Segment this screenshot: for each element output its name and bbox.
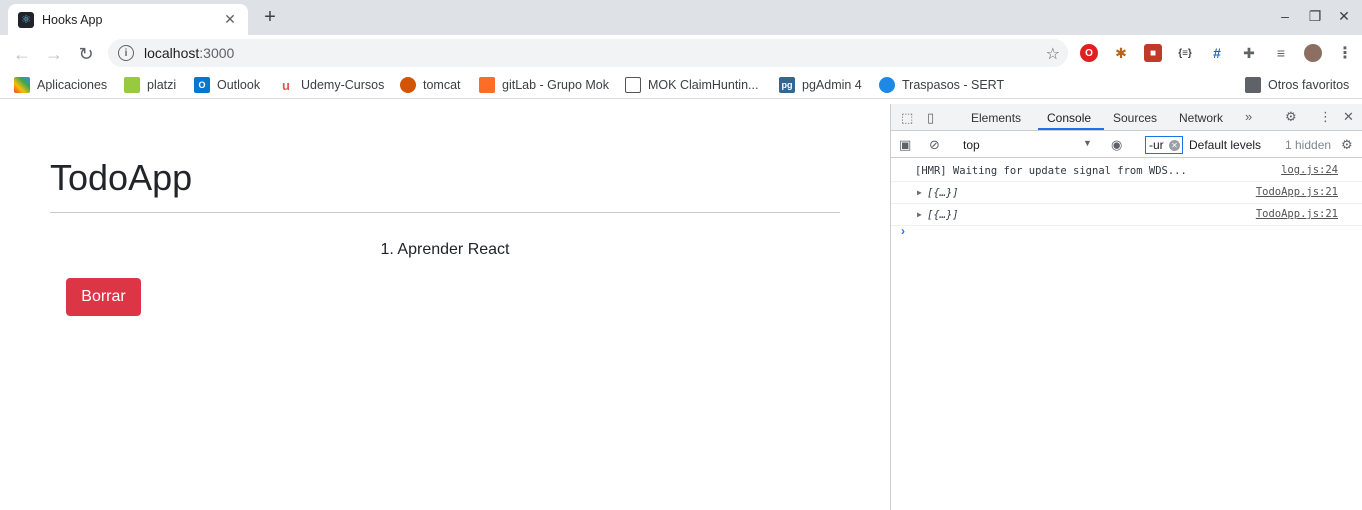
bookmark-item[interactable]: tomcat — [400, 77, 461, 93]
react-favicon-icon: ⚛ — [18, 11, 34, 28]
console-toolbar: ▣ ⊘ top ▼ ◉ -ur ✕ Default levels 1 hidde… — [891, 132, 1362, 158]
sidebar-toggle-icon[interactable]: ▣ — [899, 137, 911, 153]
apps-grid-icon — [14, 77, 30, 93]
bookmark-item[interactable]: platzi — [124, 77, 176, 93]
bookmark-item[interactable]: gitLab - Grupo Mok — [479, 77, 609, 93]
red-extension-icon[interactable]: ■ — [1144, 44, 1162, 62]
devtools-menu-icon[interactable]: ⋮ — [1319, 109, 1332, 125]
address-bar[interactable]: i localhost:3000 ☆ — [108, 39, 1068, 67]
grid-extension-icon[interactable]: # — [1208, 44, 1226, 62]
todo-item: 1. Aprender React — [380, 241, 510, 258]
page-viewport: TodoApp 1. Aprender React Borrar — [0, 104, 890, 510]
page-title: TodoApp — [50, 157, 193, 198]
console-settings-icon[interactable]: ⚙ — [1341, 137, 1353, 153]
bookmark-item[interactable]: Traspasos - SERT — [879, 77, 1004, 93]
mok-icon — [625, 77, 641, 93]
menu-icon[interactable]: ⋮ — [1336, 44, 1354, 62]
clear-filter-icon[interactable]: ✕ — [1169, 140, 1180, 151]
puzzle-extensions-icon[interactable]: ✚ — [1240, 44, 1258, 62]
tab-elements[interactable]: Elements — [971, 111, 1021, 125]
log-message: [{…}] — [927, 187, 959, 199]
tab-console[interactable]: Console — [1047, 111, 1091, 125]
tab-title: Hooks App — [42, 12, 103, 27]
bug-extension-icon[interactable]: ✱ — [1112, 44, 1130, 62]
log-levels-dropdown[interactable]: Default levels — [1189, 138, 1261, 152]
settings-gear-icon[interactable]: ⚙ — [1285, 109, 1297, 125]
gitlab-icon — [479, 77, 495, 93]
folder-icon — [1245, 77, 1261, 93]
clear-console-icon[interactable]: ⊘ — [929, 137, 940, 153]
more-tabs-icon[interactable]: » — [1245, 109, 1252, 124]
hidden-count: 1 hidden — [1285, 138, 1332, 152]
expand-triangle-icon[interactable]: ▶ — [917, 188, 922, 197]
bookmark-item[interactable]: MOK ClaimHuntin... — [625, 77, 758, 93]
console-log-row[interactable]: ▶ [{…}] TodoApp.js:21 — [891, 182, 1362, 204]
active-tab-indicator — [1038, 128, 1104, 130]
media-queue-icon[interactable]: ≡ — [1272, 44, 1290, 62]
close-window-icon[interactable]: ✕ — [1335, 8, 1353, 25]
site-info-icon[interactable]: i — [118, 45, 134, 61]
bookmarks-bar: Aplicaciones platzi O Outlook u Udemy-Curs… — [0, 71, 1362, 99]
minimize-icon[interactable]: – — [1276, 8, 1294, 24]
inspect-element-icon[interactable]: ⬚ — [901, 110, 913, 126]
live-expression-eye-icon[interactable]: ◉ — [1111, 137, 1122, 153]
json-extension-icon[interactable]: {≡} — [1176, 44, 1194, 62]
pgadmin-icon: pg — [779, 77, 795, 93]
bookmark-item[interactable]: u Udemy-Cursos — [278, 77, 384, 93]
other-bookmarks[interactable]: Otros favoritos — [1245, 77, 1349, 93]
sert-icon — [879, 77, 895, 93]
expand-triangle-icon[interactable]: ▶ — [917, 210, 922, 219]
browser-tab[interactable]: ⚛ Hooks App ✕ — [8, 4, 248, 35]
close-devtools-icon[interactable]: ✕ — [1343, 109, 1354, 125]
log-source-link[interactable]: log.js:24 — [1281, 164, 1338, 176]
restore-icon[interactable]: ❐ — [1306, 8, 1324, 25]
back-icon[interactable]: ← — [10, 42, 34, 66]
forward-icon[interactable]: → — [42, 42, 66, 66]
profile-avatar[interactable] — [1304, 44, 1322, 62]
log-message: [HMR] Waiting for update signal from WDS… — [915, 165, 1187, 177]
reload-icon[interactable]: ↻ — [74, 42, 98, 66]
console-log-row: [HMR] Waiting for update signal from WDS… — [891, 160, 1362, 182]
log-source-link[interactable]: TodoApp.js:21 — [1256, 208, 1338, 220]
adblock-extension-icon[interactable]: O — [1080, 44, 1098, 62]
bookmark-item[interactable]: pg pgAdmin 4 — [779, 77, 862, 93]
tab-sources[interactable]: Sources — [1113, 111, 1157, 125]
tab-network[interactable]: Network — [1179, 111, 1223, 125]
devtools-tabbar: ⬚ ▯ Elements Console Sources Network » ⚙… — [891, 104, 1362, 131]
console-prompt-icon[interactable]: › — [901, 224, 905, 238]
outlook-icon: O — [194, 77, 210, 93]
url-port: :3000 — [199, 45, 235, 61]
platzi-icon — [124, 77, 140, 93]
filter-value: -ur — [1149, 138, 1164, 152]
filter-input[interactable]: -ur ✕ — [1145, 136, 1183, 154]
ubuntu-icon — [400, 77, 416, 93]
bookmark-item[interactable]: Aplicaciones — [14, 77, 107, 93]
close-tab-icon[interactable]: ✕ — [222, 11, 238, 28]
delete-button[interactable]: Borrar — [66, 278, 141, 316]
new-tab-button[interactable]: + — [260, 6, 280, 30]
bookmark-item[interactable]: O Outlook — [194, 77, 260, 93]
devtools-panel: ⬚ ▯ Elements Console Sources Network » ⚙… — [890, 104, 1362, 510]
console-log-row[interactable]: ▶ [{…}] TodoApp.js:21 — [891, 204, 1362, 226]
log-source-link[interactable]: TodoApp.js:21 — [1256, 186, 1338, 198]
url-host: localhost — [144, 45, 200, 61]
log-message: [{…}] — [927, 209, 959, 221]
device-toolbar-icon[interactable]: ▯ — [927, 110, 934, 126]
udemy-icon: u — [278, 77, 294, 93]
divider — [50, 212, 840, 213]
context-selector[interactable]: top — [963, 138, 980, 152]
bookmark-star-icon[interactable]: ☆ — [1046, 44, 1060, 64]
dropdown-arrow-icon[interactable]: ▼ — [1083, 138, 1092, 148]
tab-strip: ⚛ Hooks App ✕ + – ❐ ✕ — [0, 0, 1362, 35]
